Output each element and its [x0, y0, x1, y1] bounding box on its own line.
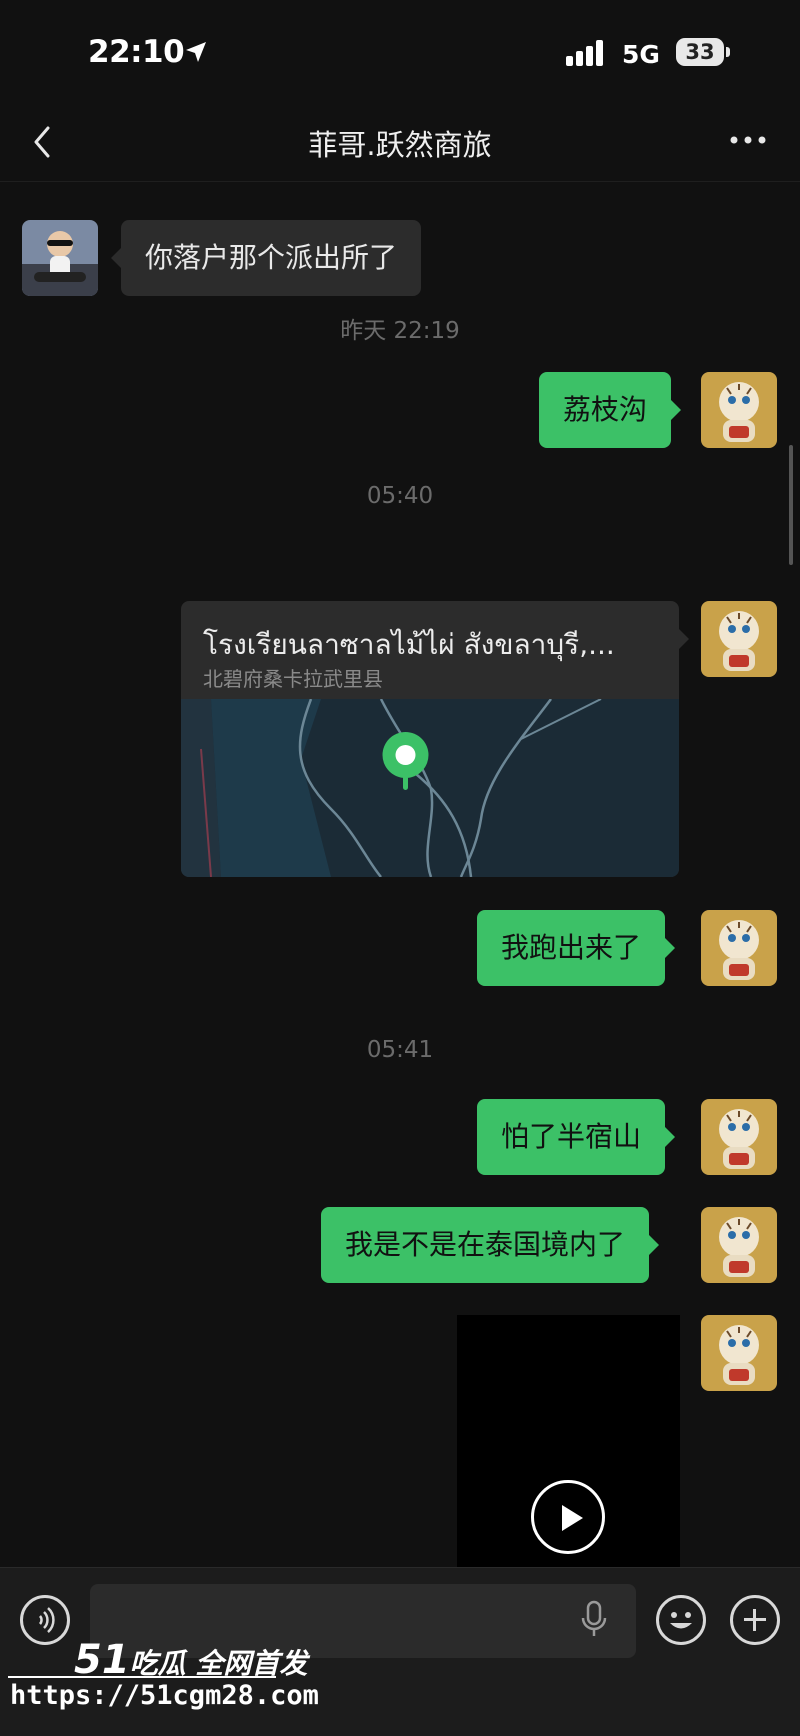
my-avatar[interactable] [701, 372, 777, 448]
message-bubble-outgoing[interactable]: 怕了半宿山 [477, 1099, 676, 1175]
location-title: โรงเรียนลาซาลไม้ไผ่ สังขลาบุรี,... [203, 628, 615, 661]
status-bar: 22:10 5G 33 [0, 0, 800, 100]
signal-bars-icon [566, 40, 603, 66]
location-card-tail [679, 629, 689, 649]
network-type: 5G [622, 40, 660, 69]
message-bubble-outgoing[interactable]: 我是不是在泰国境内了 [321, 1207, 660, 1283]
my-avatar[interactable] [701, 1207, 777, 1283]
location-arrow-icon [186, 42, 206, 62]
plus-icon[interactable] [730, 1595, 780, 1645]
message-timestamp: 05:40 [366, 483, 434, 509]
watermark-underline [8, 1676, 276, 1678]
location-map[interactable] [181, 699, 679, 877]
my-avatar[interactable] [701, 1315, 777, 1391]
watermark-url: https://51cgm28.com [10, 1680, 319, 1711]
battery-level: 33 [685, 40, 715, 64]
my-avatar[interactable] [701, 601, 777, 677]
location-card[interactable]: โรงเรียนลาซาลไม้ไผ่ สังขลาบุรี,... 北碧府桑卡… [181, 601, 679, 877]
status-time: 22:10 [88, 34, 185, 70]
message-timestamp: 05:41 [366, 1037, 434, 1063]
chat-scrollbar[interactable] [789, 445, 793, 565]
battery-icon: 33 [676, 38, 724, 66]
play-icon[interactable] [531, 1480, 605, 1554]
chat-area[interactable]: 你落户那个派出所了 昨天 22:19 荔枝沟 05:40 โรงเรียนลาซ… [0, 183, 800, 1567]
contact-avatar[interactable] [22, 220, 98, 296]
message-bubble-incoming[interactable]: 你落户那个派出所了 [110, 220, 422, 296]
more-dots-icon[interactable] [726, 128, 770, 152]
voice-icon[interactable] [20, 1595, 70, 1645]
chat-title: 菲哥.跃然商旅 [308, 128, 492, 162]
message-timestamp: 昨天 22:19 [340, 318, 460, 344]
message-bubble-outgoing[interactable]: 我跑出来了 [477, 910, 676, 986]
emoji-icon[interactable] [656, 1595, 706, 1645]
my-avatar[interactable] [701, 910, 777, 986]
video-message[interactable] [457, 1315, 680, 1567]
chat-header: 菲哥.跃然商旅 [0, 100, 800, 182]
message-bubble-outgoing[interactable]: 荔枝沟 [539, 372, 682, 448]
location-subtitle: 北碧府桑卡拉武里县 [203, 667, 383, 691]
battery-nub [726, 47, 730, 57]
microphone-icon[interactable] [580, 1600, 608, 1640]
my-avatar[interactable] [701, 1099, 777, 1175]
